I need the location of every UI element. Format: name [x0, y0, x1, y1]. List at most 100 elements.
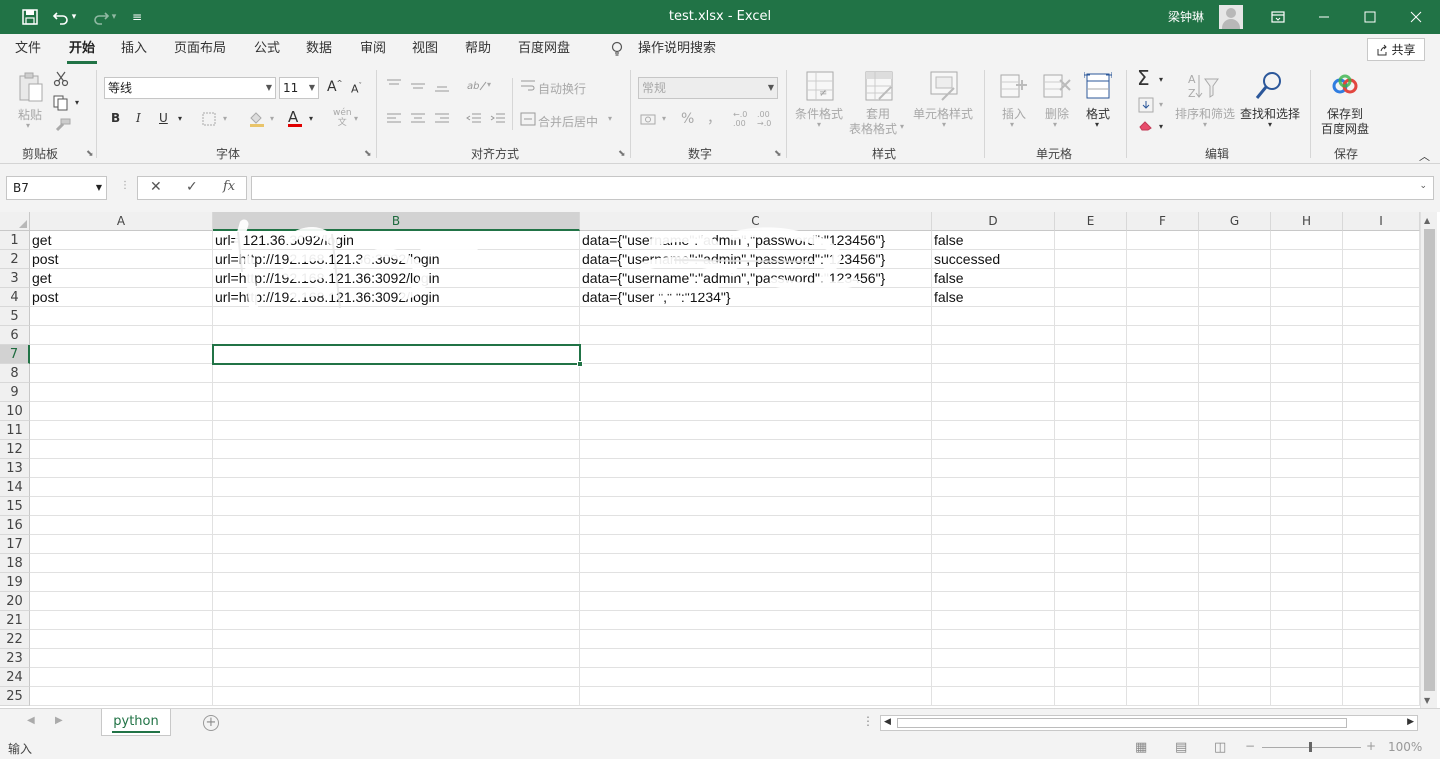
cell-a2[interactable]: post [30, 250, 213, 269]
cell-g13[interactable] [1199, 459, 1271, 478]
shrink-font-icon[interactable]: Aˇ [351, 82, 362, 96]
font-name-select[interactable]: 等线 ▼ [104, 77, 276, 99]
cell-a3[interactable]: get [30, 269, 213, 288]
cell-g12[interactable] [1199, 440, 1271, 459]
cell-g22[interactable] [1199, 630, 1271, 649]
cell-b14[interactable] [213, 478, 580, 497]
row-header-13[interactable]: 13 [0, 459, 30, 478]
cell-a14[interactable] [30, 478, 213, 497]
cell-e23[interactable] [1055, 649, 1127, 668]
cell-a5[interactable] [30, 307, 213, 326]
row-header-25[interactable]: 25 [0, 687, 30, 706]
cell-e24[interactable] [1055, 668, 1127, 687]
number-format-select[interactable]: 常规 ▼ [638, 77, 778, 99]
cell-styles-icon[interactable] [930, 71, 958, 104]
row-header-1[interactable]: 1 [0, 231, 30, 250]
cell-b16[interactable] [213, 516, 580, 535]
cell-d10[interactable] [932, 402, 1055, 421]
row-header-24[interactable]: 24 [0, 668, 30, 687]
zoom-level[interactable]: 100% [1388, 740, 1422, 754]
column-header-g[interactable]: G [1199, 212, 1271, 231]
cell-f16[interactable] [1127, 516, 1199, 535]
cell-h5[interactable] [1271, 307, 1343, 326]
horizontal-scroll-thumb[interactable] [897, 718, 1347, 728]
cell-d13[interactable] [932, 459, 1055, 478]
cell-e25[interactable] [1055, 687, 1127, 706]
cell-e4[interactable] [1055, 288, 1127, 307]
cell-h13[interactable] [1271, 459, 1343, 478]
row-header-20[interactable]: 20 [0, 592, 30, 611]
cell-h20[interactable] [1271, 592, 1343, 611]
italic-button[interactable]: I [136, 111, 141, 125]
cell-h15[interactable] [1271, 497, 1343, 516]
cell-c20[interactable] [580, 592, 932, 611]
cell-b5[interactable] [213, 307, 580, 326]
cell-c16[interactable] [580, 516, 932, 535]
cell-f15[interactable] [1127, 497, 1199, 516]
underline-dropdown-icon[interactable]: ▾ [178, 114, 182, 123]
cell-a17[interactable] [30, 535, 213, 554]
expand-formula-bar-icon[interactable]: ⌄ [1419, 181, 1427, 191]
row-header-4[interactable]: 4 [0, 288, 30, 307]
cell-c11[interactable] [580, 421, 932, 440]
tab-split-handle-icon[interactable]: ⋮ [862, 714, 874, 728]
maximize-icon[interactable] [1347, 0, 1393, 34]
cell-b3[interactable]: url=http://192.168.121.36:3092/login [213, 269, 580, 288]
cell-c9[interactable] [580, 383, 932, 402]
cell-i20[interactable] [1343, 592, 1420, 611]
cell-e5[interactable] [1055, 307, 1127, 326]
copy-dropdown-icon[interactable]: ▾ [75, 98, 79, 107]
row-header-2[interactable]: 2 [0, 250, 30, 269]
cell-e6[interactable] [1055, 326, 1127, 345]
cell-b2[interactable]: url=http://192.168.121.36:3092/login [213, 250, 580, 269]
cell-f6[interactable] [1127, 326, 1199, 345]
cell-c21[interactable] [580, 611, 932, 630]
phonetic-icon[interactable]: wén 文 [333, 108, 352, 128]
cell-g16[interactable] [1199, 516, 1271, 535]
cell-b10[interactable] [213, 402, 580, 421]
cell-a16[interactable] [30, 516, 213, 535]
cell-g15[interactable] [1199, 497, 1271, 516]
cell-g4[interactable] [1199, 288, 1271, 307]
cell-e14[interactable] [1055, 478, 1127, 497]
insert-cells-dropdown-icon[interactable]: ▾ [1010, 120, 1014, 129]
cell-a25[interactable] [30, 687, 213, 706]
fill-color-icon[interactable] [248, 111, 266, 130]
cell-h6[interactable] [1271, 326, 1343, 345]
cell-i14[interactable] [1343, 478, 1420, 497]
row-header-17[interactable]: 17 [0, 535, 30, 554]
cell-b23[interactable] [213, 649, 580, 668]
cell-d6[interactable] [932, 326, 1055, 345]
avatar[interactable] [1219, 5, 1243, 29]
cell-b15[interactable] [213, 497, 580, 516]
cell-g9[interactable] [1199, 383, 1271, 402]
increase-decimal-button[interactable]: ←.0 .00 [733, 110, 753, 128]
delete-cells-icon[interactable] [1043, 71, 1071, 104]
cell-f18[interactable] [1127, 554, 1199, 573]
cell-a19[interactable] [30, 573, 213, 592]
cell-f17[interactable] [1127, 535, 1199, 554]
decrease-indent-icon[interactable] [466, 112, 482, 129]
cell-c8[interactable] [580, 364, 932, 383]
cell-c12[interactable] [580, 440, 932, 459]
normal-view-icon[interactable]: ▦ [1135, 740, 1147, 755]
cell-styles-dropdown-icon[interactable]: ▾ [942, 120, 946, 129]
cell-g14[interactable] [1199, 478, 1271, 497]
row-header-19[interactable]: 19 [0, 573, 30, 592]
cell-i18[interactable] [1343, 554, 1420, 573]
row-header-9[interactable]: 9 [0, 383, 30, 402]
cell-h14[interactable] [1271, 478, 1343, 497]
formula-bar-resize-icon[interactable]: ⋮ [120, 180, 130, 191]
cell-h17[interactable] [1271, 535, 1343, 554]
cell-a15[interactable] [30, 497, 213, 516]
align-center-icon[interactable] [410, 112, 426, 129]
cell-g17[interactable] [1199, 535, 1271, 554]
prev-sheet-icon[interactable]: ◀ [27, 715, 35, 726]
autosum-dropdown-icon[interactable]: ▾ [1159, 75, 1163, 84]
cell-d20[interactable] [932, 592, 1055, 611]
cell-c6[interactable] [580, 326, 932, 345]
cell-a7[interactable] [30, 345, 213, 364]
align-left-icon[interactable] [386, 112, 402, 129]
cell-b4[interactable]: url=http://192.168.121.36:3092/login [213, 288, 580, 307]
cell-e18[interactable] [1055, 554, 1127, 573]
